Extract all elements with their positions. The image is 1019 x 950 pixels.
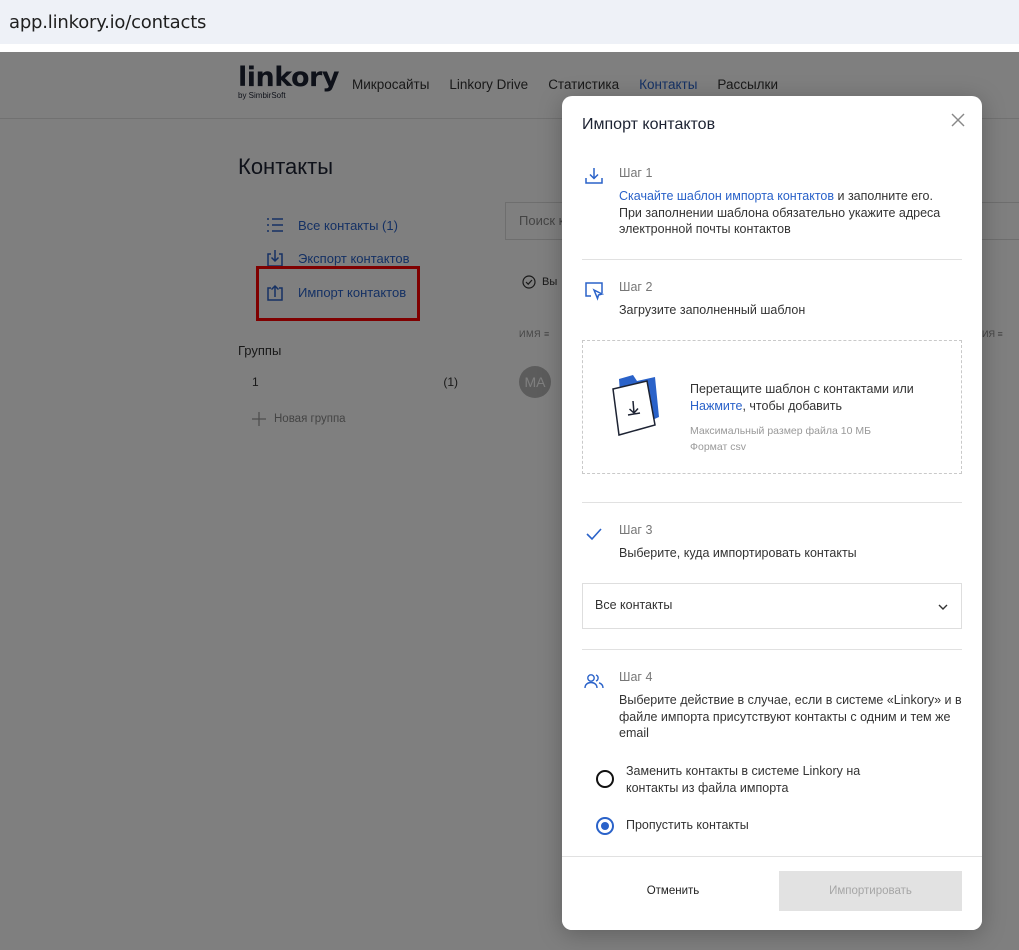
download-icon [585, 168, 603, 184]
cancel-button[interactable]: Отменить [598, 871, 748, 911]
import-target-select[interactable]: Все контакты [582, 583, 962, 629]
divider [582, 259, 962, 260]
radio-label: Заменить контакты в системе Linkory на к… [626, 764, 861, 795]
step3-label: Шаг 3 [619, 523, 653, 537]
dialog-title: Импорт контактов [582, 116, 716, 133]
max-file-size: Максимальный размер файла 10 МБ [690, 425, 871, 437]
import-button[interactable]: Импортировать [779, 871, 962, 911]
browser-chrome-gap [0, 44, 1019, 52]
upload-screen-icon [585, 282, 604, 301]
download-template-link[interactable]: Скачайте шаблон импорта контактов [619, 189, 834, 203]
radio-replace-contacts[interactable]: Заменить контакты в системе Linkory на к… [596, 763, 896, 796]
users-icon [584, 674, 604, 689]
file-format: Формат csv [690, 441, 746, 453]
dropzone-text: Перетащите шаблон с контактами или Нажми… [690, 381, 940, 414]
radio-label: Пропустить контакты [626, 818, 749, 832]
step1-text-rest: При заполнении шаблона обязательно укажи… [619, 205, 941, 237]
divider [582, 502, 962, 503]
divider [582, 649, 962, 650]
step1-label: Шаг 1 [619, 166, 653, 180]
step2-text: Загрузите заполненный шаблон [619, 303, 806, 317]
file-dropzone[interactable]: Перетащите шаблон с контактами или Нажми… [582, 340, 962, 474]
radio-button[interactable] [596, 770, 614, 788]
step4-label: Шаг 4 [619, 670, 653, 684]
step4-text: Выберите действие в случае, если в систе… [619, 693, 962, 740]
chevron-down-icon [938, 604, 948, 610]
url-text: app.linkory.io/contacts [9, 12, 207, 33]
browse-file-link[interactable]: Нажмите [690, 399, 742, 413]
radio-skip-contacts[interactable]: Пропустить контакты [596, 817, 749, 835]
browser-address-bar[interactable]: app.linkory.io/contacts [0, 0, 1019, 44]
close-icon[interactable] [950, 112, 966, 128]
dropzone-text-tail: , чтобы добавить [742, 398, 843, 413]
step1-text-tail: и заполните его. [834, 189, 933, 203]
import-contacts-dialog: Импорт контактов Шаг 1 Скачайте шаблон и… [562, 96, 982, 930]
dialog-footer: Отменить Импортировать [562, 856, 982, 930]
step1-text: Скачайте шаблон импорта контактов и запо… [619, 188, 964, 238]
step3-text: Выберите, куда импортировать контакты [619, 546, 857, 560]
folder-upload-icon [612, 375, 659, 436]
dropzone-text-main: Перетащите шаблон с контактами или [690, 382, 914, 396]
select-value: Все контакты [595, 598, 673, 612]
checkmark-icon [586, 528, 602, 541]
dropzone-hint: Максимальный размер файла 10 МБ Формат c… [690, 423, 871, 455]
step2-label: Шаг 2 [619, 280, 653, 294]
radio-button[interactable] [596, 817, 614, 835]
